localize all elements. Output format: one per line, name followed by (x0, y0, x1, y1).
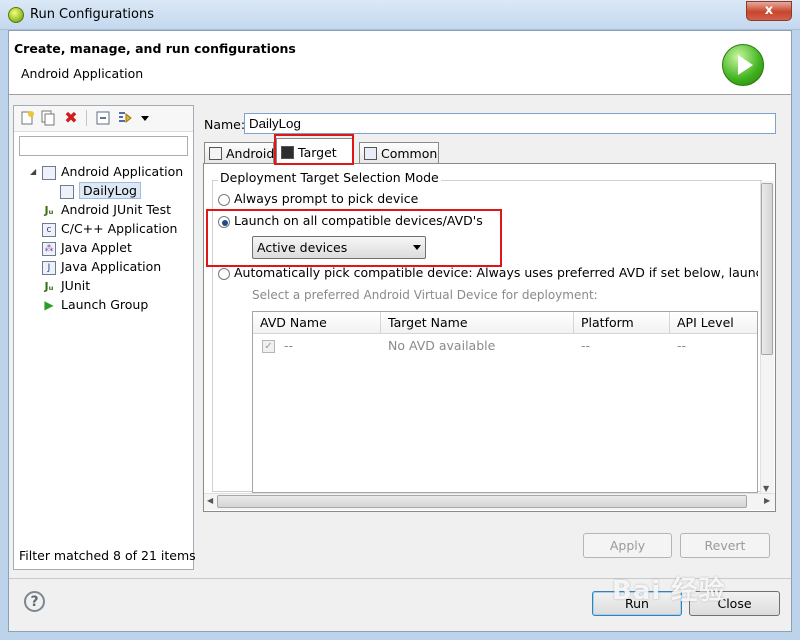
option-label: Automatically pick compatible device: Al… (234, 265, 758, 280)
tab-common[interactable]: Common (359, 142, 439, 164)
tree-item-junit[interactable]: Jᵤ JUnit (42, 276, 183, 295)
applet-icon: ⁂ (42, 241, 56, 256)
cell-platform: -- (581, 338, 591, 353)
collapse-all-icon[interactable] (95, 110, 111, 126)
duplicate-icon[interactable] (40, 110, 56, 126)
filter-input[interactable] (19, 136, 188, 156)
name-label: Name: (204, 117, 246, 132)
tree-item-label: C/C++ Application (61, 221, 178, 236)
junit-icon: Jᵤ (44, 203, 54, 217)
help-icon[interactable]: ? (24, 591, 45, 612)
tab-label: Android (226, 146, 275, 161)
window-close-button[interactable]: x (746, 1, 792, 21)
watermark-logo: Bai 经验 (612, 576, 726, 606)
cell-avd-name: -- (284, 338, 294, 353)
common-tab-icon (364, 147, 377, 160)
android-app-icon (42, 165, 56, 180)
tree-item-dailylog[interactable]: DailyLog (60, 181, 183, 200)
android-config-icon (60, 184, 74, 199)
scroll-left-arrow-icon[interactable]: ◀ (207, 496, 213, 505)
tree-item-java-applet[interactable]: ⁂ Java Applet (42, 238, 183, 257)
android-tab-icon (209, 147, 222, 160)
tree-item-label: JUnit (61, 278, 91, 293)
column-header-target-name[interactable]: Target Name (381, 312, 574, 334)
column-header-platform[interactable]: Platform (574, 312, 670, 334)
header-subtitle: Android Application (21, 66, 144, 81)
window-title: Run Configurations (30, 7, 154, 22)
configuration-name-field[interactable] (244, 113, 776, 134)
revert-button[interactable]: Revert (680, 533, 770, 558)
junit-icon: Jᵤ (44, 279, 54, 293)
cell-target-name: No AVD available (388, 338, 496, 353)
horizontal-scroll-thumb[interactable] (217, 495, 747, 508)
column-header-avd-name[interactable]: AVD Name (253, 312, 381, 334)
tab-android[interactable]: Android (204, 142, 274, 164)
tree-item-label: DailyLog (79, 182, 141, 199)
dropdown-arrow-icon[interactable] (141, 116, 149, 121)
tree-item-label: Launch Group (61, 297, 149, 312)
scroll-right-arrow-icon[interactable]: ▶ (764, 496, 770, 505)
group-title: Deployment Target Selection Mode (218, 170, 441, 185)
java-app-icon: J (42, 260, 56, 275)
c-app-icon: c (42, 222, 56, 237)
row-checkbox[interactable]: ✓ (262, 340, 275, 353)
option-label: Always prompt to pick device (234, 191, 419, 206)
tree-item-label: Android Application (61, 164, 184, 179)
tree-item-launch-group[interactable]: ▶ Launch Group (42, 295, 183, 314)
launch-group-icon: ▶ (44, 297, 54, 312)
run-icon (722, 44, 764, 86)
toolbar-separator (86, 110, 87, 126)
tree-item-label: Java Application (61, 259, 162, 274)
expand-triangle-icon[interactable]: ◢ (30, 167, 36, 176)
launch-option-highlight (206, 209, 502, 267)
target-tab-highlight (274, 134, 354, 165)
tree-item-cpp-application[interactable]: c C/C++ Application (42, 219, 183, 238)
vertical-scroll-thumb[interactable] (761, 183, 773, 355)
scroll-down-arrow-icon[interactable]: ▼ (763, 484, 769, 493)
preferred-avd-hint: Select a preferred Android Virtual Devic… (252, 288, 598, 302)
configuration-tree: Android Application DailyLog Jᵤ Android J… (42, 162, 183, 314)
radio-auto-pick[interactable] (218, 268, 230, 280)
tree-item-java-application[interactable]: J Java Application (42, 257, 183, 276)
filter-icon[interactable] (117, 110, 133, 126)
tree-item-android-junit-test[interactable]: Jᵤ Android JUnit Test (42, 200, 183, 219)
filter-status-text: Filter matched 8 of 21 items (19, 548, 196, 563)
app-icon (8, 7, 24, 23)
radio-always-prompt[interactable] (218, 194, 230, 206)
tree-item-android-application[interactable]: Android Application (42, 162, 183, 181)
header-title: Create, manage, and run configurations (14, 41, 296, 56)
tree-item-label: Java Applet (61, 240, 132, 255)
apply-button[interactable]: Apply (583, 533, 672, 558)
tab-label: Common (381, 146, 438, 161)
new-config-icon[interactable] (19, 110, 35, 126)
tree-item-label: Android JUnit Test (61, 202, 172, 217)
delete-icon[interactable]: ✖ (63, 110, 79, 126)
cell-api-level: -- (677, 338, 687, 353)
column-header-api-level[interactable]: API Level (670, 312, 757, 334)
